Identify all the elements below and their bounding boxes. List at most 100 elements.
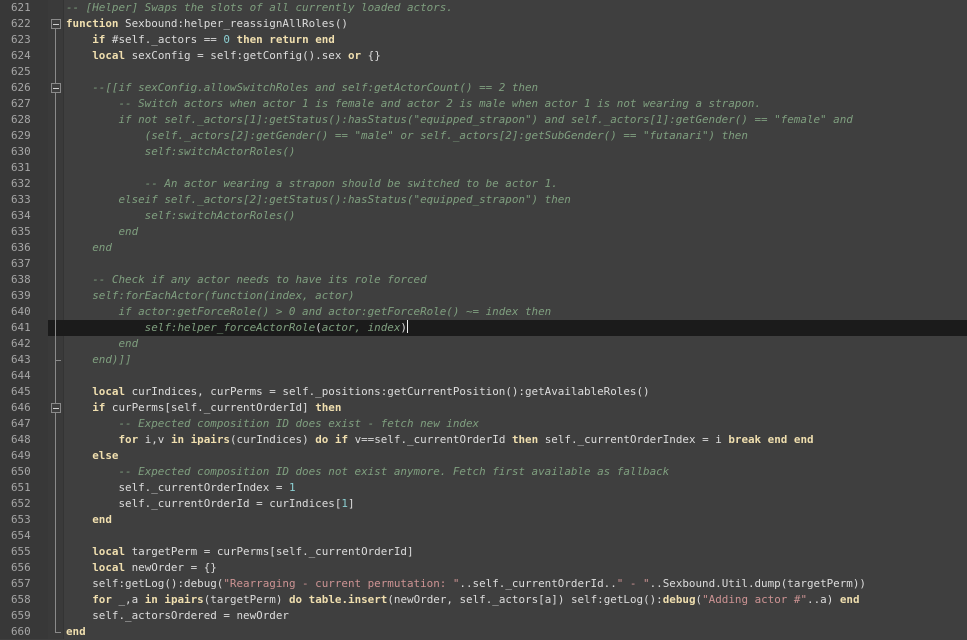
code-line[interactable]: 625	[0, 64, 967, 80]
code-text[interactable]: -- An actor wearing a strapon should be …	[66, 176, 558, 192]
code-text[interactable]: -- Check if any actor needs to have its …	[66, 272, 426, 288]
code-line[interactable]: 622 function Sexbound:helper_reassignAllR…	[0, 16, 967, 32]
code-text[interactable]: local newOrder = {}	[66, 560, 217, 576]
code-text[interactable]: if #self._actors == 0 then return end	[66, 32, 335, 48]
code-line[interactable]: 629 (self._actors[2]:getGender() == "mal…	[0, 128, 967, 144]
code-text[interactable]: self:forEachActor(function(index, actor)	[66, 288, 354, 304]
code-line[interactable]: 649 else	[0, 448, 967, 464]
code-line[interactable]: 658 for _,a in ipairs(targetPerm) do tab…	[0, 592, 967, 608]
code-line[interactable]: 644	[0, 368, 967, 384]
code-text[interactable]: local targetPerm = curPerms[self._curren…	[66, 544, 413, 560]
code-text[interactable]: local curIndices, curPerms = self._posit…	[66, 384, 650, 400]
code-line[interactable]: 637	[0, 256, 967, 272]
code-line[interactable]: 656 local newOrder = {}	[0, 560, 967, 576]
code-text[interactable]: (self._actors[2]:getGender() == "male" o…	[66, 128, 748, 144]
code-line[interactable]: 628 if not self._actors[1]:getStatus():h…	[0, 112, 967, 128]
fold-guide	[48, 64, 64, 80]
code-text[interactable]: for _,a in ipairs(targetPerm) do table.i…	[66, 592, 859, 608]
code-line[interactable]: 624 local sexConfig = self:getConfig().s…	[0, 48, 967, 64]
code-text[interactable]: else	[66, 448, 118, 464]
code-line[interactable]: 643 end)]]	[0, 352, 967, 368]
code-text[interactable]: -- Expected composition ID does exist - …	[66, 416, 479, 432]
code-text[interactable]: self._currentOrderIndex = 1	[66, 480, 295, 496]
code-text[interactable]: self._actorsOrdered = newOrder	[66, 608, 289, 624]
code-text[interactable]: for i,v in ipairs(curIndices) do if v==s…	[66, 432, 813, 448]
code-line[interactable]: 640 if actor:getForceRole() > 0 and acto…	[0, 304, 967, 320]
code-editor[interactable]: 621 -- [Helper] Swaps the slots of all cu…	[0, 0, 967, 639]
code-line[interactable]: 645 local curIndices, curPerms = self._p…	[0, 384, 967, 400]
code-token: end	[66, 625, 86, 638]
code-text[interactable]: end	[66, 336, 138, 352]
code-token: if	[92, 33, 106, 46]
code-text[interactable]: end	[66, 240, 112, 256]
code-text[interactable]: self:switchActorRoles()	[66, 208, 296, 224]
code-token: (self._actors[2]:getGender() == "male" o…	[66, 129, 748, 142]
current-code-line[interactable]: 641 self:helper_forceActorRole(actor, in…	[0, 320, 967, 336]
code-line[interactable]: 621 -- [Helper] Swaps the slots of all cu…	[0, 0, 967, 16]
code-token: self._currentOrderId = curIndices[	[66, 497, 342, 510]
code-line[interactable]: 654	[0, 528, 967, 544]
code-text[interactable]: -- Switch actors when actor 1 is female …	[66, 96, 761, 112]
code-text[interactable]: local sexConfig = self:getConfig().sex o…	[66, 48, 381, 64]
code-token: curIndices, curPerms = self._positions:g…	[125, 385, 650, 398]
line-number: 626	[11, 81, 31, 94]
code-line[interactable]: 634 self:switchActorRoles()	[0, 208, 967, 224]
code-line[interactable]: 646 if curPerms[self._currentOrderId] th…	[0, 400, 967, 416]
code-token: in	[170, 433, 185, 446]
code-line[interactable]: 633 elseif self._actors[2]:getStatus():h…	[0, 192, 967, 208]
code-token: local	[92, 545, 126, 558]
code-text[interactable]: end)]]	[66, 352, 131, 368]
code-line[interactable]: 659 self._actorsOrdered = newOrder	[0, 608, 967, 624]
code-text[interactable]: function Sexbound:helper_reassignAllRole…	[66, 16, 348, 32]
code-text[interactable]: if actor:getForceRole() > 0 and actor:ge…	[66, 304, 551, 320]
code-line[interactable]: 639 self:forEachActor(function(index, ac…	[0, 288, 967, 304]
code-text[interactable]: self:helper_forceActorRole(actor, index)	[66, 320, 408, 336]
code-line[interactable]: 632 -- An actor wearing a strapon should…	[0, 176, 967, 192]
code-token: #self._actors ==	[105, 33, 224, 46]
line-number: 636	[11, 241, 31, 254]
fold-collapse-icon[interactable]	[48, 400, 64, 416]
code-text[interactable]: if not self._actors[1]:getStatus():hasSt…	[66, 112, 852, 128]
code-text[interactable]: --[[if sexConfig.allowSwitchRoles and se…	[66, 80, 538, 96]
code-token: -- Expected composition ID does not exis…	[118, 465, 670, 478]
line-number: 651	[11, 481, 31, 494]
code-token: ..self._currentOrderId..	[459, 577, 617, 590]
fold-collapse-icon[interactable]	[48, 16, 64, 32]
code-line[interactable]: 652 self._currentOrderId = curIndices[1]	[0, 496, 967, 512]
code-line[interactable]: 648 for i,v in ipairs(curIndices) do if …	[0, 432, 967, 448]
code-text[interactable]: -- [Helper] Swaps the slots of all curre…	[66, 0, 453, 16]
code-text[interactable]: if curPerms[self._currentOrderId] then	[66, 400, 341, 416]
code-line[interactable]: 638 -- Check if any actor needs to have …	[0, 272, 967, 288]
line-number: 658	[11, 593, 31, 606]
code-text[interactable]: end	[66, 512, 112, 528]
code-token: self:switchActorRoles()	[66, 209, 296, 222]
line-number: 644	[11, 369, 31, 382]
code-text[interactable]: elseif self._actors[2]:getStatus():hasSt…	[66, 192, 570, 208]
code-line[interactable]: 636 end	[0, 240, 967, 256]
code-line[interactable]: 642 end	[0, 336, 967, 352]
code-line[interactable]: 650 -- Expected composition ID does not …	[0, 464, 967, 480]
code-line[interactable]: 626 --[[if sexConfig.allowSwitchRoles an…	[0, 80, 967, 96]
code-line[interactable]: 630 self:switchActorRoles()	[0, 144, 967, 160]
code-line[interactable]: 623 if #self._actors == 0 then return en…	[0, 32, 967, 48]
line-number: 638	[11, 273, 31, 286]
code-line[interactable]: 647 -- Expected composition ID does exis…	[0, 416, 967, 432]
fold-empty	[48, 0, 64, 16]
code-line[interactable]: 660 end	[0, 624, 967, 640]
fold-collapse-icon[interactable]	[48, 80, 64, 96]
code-text[interactable]: end	[66, 624, 86, 640]
code-line[interactable]: 631	[0, 160, 967, 176]
code-line[interactable]: 653 end	[0, 512, 967, 528]
code-line[interactable]: 627 -- Switch actors when actor 1 is fem…	[0, 96, 967, 112]
line-number: 627	[11, 97, 31, 110]
code-text[interactable]: end	[66, 224, 138, 240]
code-text[interactable]: -- Expected composition ID does not exis…	[66, 464, 669, 480]
code-text[interactable]: self._currentOrderId = curIndices[1]	[66, 496, 354, 512]
code-line[interactable]: 635 end	[0, 224, 967, 240]
code-line[interactable]: 651 self._currentOrderIndex = 1	[0, 480, 967, 496]
code-text[interactable]: self:getLog():debug("Rearraging - curren…	[66, 576, 866, 592]
code-text[interactable]: self:switchActorRoles()	[66, 144, 296, 160]
code-line[interactable]: 655 local targetPerm = curPerms[self._cu…	[0, 544, 967, 560]
code-line[interactable]: 657 self:getLog():debug("Rearraging - cu…	[0, 576, 967, 592]
fold-guide	[48, 288, 64, 304]
